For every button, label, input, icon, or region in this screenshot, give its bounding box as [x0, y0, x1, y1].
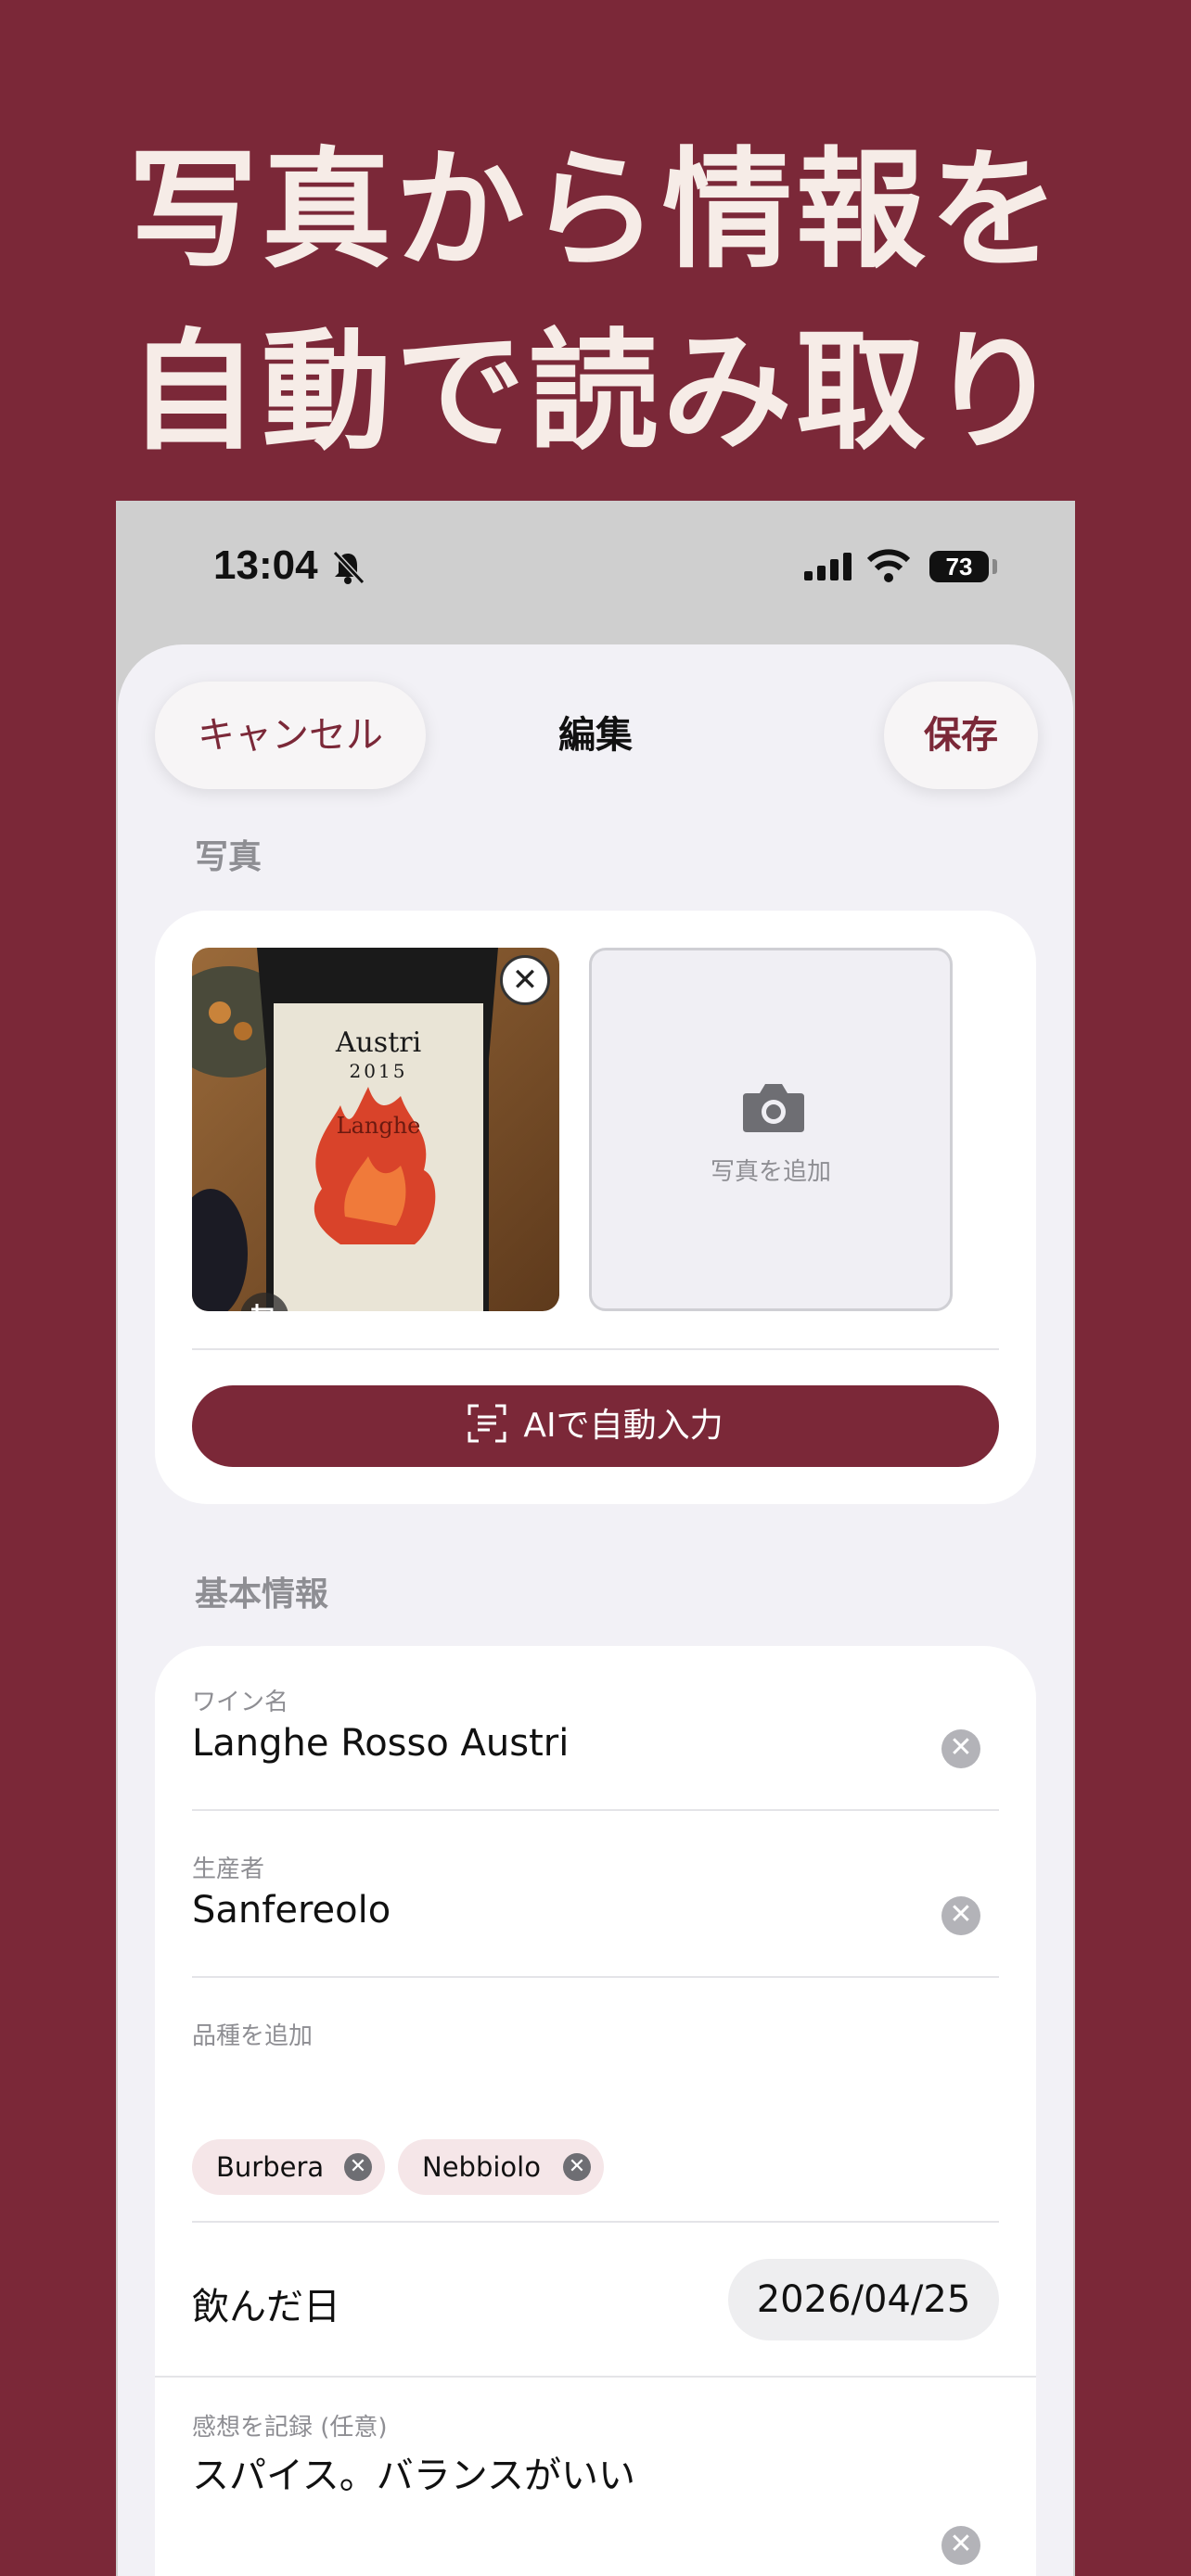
- remove-grape-icon[interactable]: ✕: [563, 2153, 591, 2181]
- label-brand: Austri: [335, 1027, 421, 1059]
- add-photo-label: 写真を追加: [710, 1158, 831, 1186]
- promo-headline: 写真から情報を 自動で読み取り: [0, 121, 1191, 484]
- divider: [192, 1809, 999, 1811]
- grape-add-field[interactable]: 品種を追加: [192, 2017, 313, 2051]
- clear-notes-button[interactable]: ✕: [941, 2526, 980, 2565]
- drank-date-label: 飲んだ日: [192, 2286, 340, 2328]
- notes-field[interactable]: スパイス。バランスがいい: [192, 2445, 635, 2499]
- crop-icon: [251, 1304, 274, 1311]
- divider: [192, 1976, 999, 1978]
- headline-line-2: 自動で読み取り: [127, 317, 1063, 468]
- ai-autofill-button[interactable]: AIで自動入力: [192, 1385, 999, 1467]
- crop-button[interactable]: [240, 1293, 288, 1311]
- grape-chip: Burbera ✕: [192, 2139, 385, 2195]
- ai-autofill-label: AIで自動入力: [523, 1407, 724, 1445]
- save-button[interactable]: 保存: [884, 682, 1038, 789]
- close-icon: ✕: [511, 962, 539, 999]
- clear-icon: ✕: [949, 1731, 973, 1764]
- status-time: 13:04: [213, 542, 318, 588]
- remove-grape-icon[interactable]: ✕: [344, 2153, 372, 2181]
- divider: [192, 1348, 999, 1350]
- edit-sheet: 編集 キャンセル 保存 写真 Austri 2015 Langhe ✕ 写真を追…: [118, 644, 1073, 2576]
- wine-name-field[interactable]: Langhe Rosso Austri: [192, 1722, 569, 1765]
- producer-field[interactable]: Sanfereolo: [192, 1889, 391, 1932]
- divider: [192, 2221, 999, 2223]
- producer-label: 生産者: [192, 1855, 265, 1883]
- label-name: Langhe: [337, 1113, 421, 1139]
- grape-chip: Nebbiolo ✕: [398, 2139, 604, 2195]
- basic-info-section-label: 基本情報: [195, 1575, 329, 1613]
- scan-text-icon: [467, 1404, 506, 1443]
- clear-icon: ✕: [949, 2528, 973, 2560]
- status-bar: 13:04 73: [116, 501, 1075, 640]
- camera-icon: [743, 1084, 804, 1132]
- grape-chip-label: Nebbiolo: [422, 2151, 541, 2183]
- clear-producer-button[interactable]: ✕: [941, 1896, 980, 1935]
- drank-date-picker[interactable]: 2026/04/25: [728, 2259, 999, 2340]
- headline-line-1: 写真から情報を: [127, 135, 1063, 287]
- wine-name-label: ワイン名: [192, 1689, 289, 1716]
- grape-chip-label: Burbera: [216, 2151, 325, 2183]
- wine-photo-thumbnail[interactable]: Austri 2015 Langhe: [192, 948, 559, 1311]
- basic-info-card: ワイン名 Langhe Rosso Austri ✕ 生産者 Sanfereol…: [155, 1646, 1036, 2576]
- label-year: 2015: [350, 1060, 408, 1082]
- photo-section-label: 写真: [195, 838, 263, 876]
- bell-slash-icon: [332, 550, 365, 585]
- clear-icon: ✕: [949, 1898, 973, 1931]
- notes-label: 感想を記録 (任意): [192, 2414, 388, 2442]
- wifi-icon: [867, 549, 910, 582]
- phone-screen: 13:04 73 編集 キャンセル 保存 写真 Austri 2015 Lang…: [116, 501, 1075, 2576]
- divider: [155, 2376, 1036, 2378]
- cancel-button[interactable]: キャンセル: [155, 682, 426, 789]
- photo-card: Austri 2015 Langhe ✕ 写真を追加 AIで自動入力: [155, 911, 1036, 1504]
- wine-bottle-photo: Austri 2015 Langhe: [192, 948, 559, 1311]
- clear-wine-name-button[interactable]: ✕: [941, 1729, 980, 1768]
- battery-icon: 73: [929, 551, 989, 582]
- cellular-signal-icon: [804, 553, 852, 580]
- battery-tip: [992, 559, 997, 574]
- add-photo-button[interactable]: 写真を追加: [589, 948, 953, 1311]
- remove-photo-button[interactable]: ✕: [500, 955, 550, 1005]
